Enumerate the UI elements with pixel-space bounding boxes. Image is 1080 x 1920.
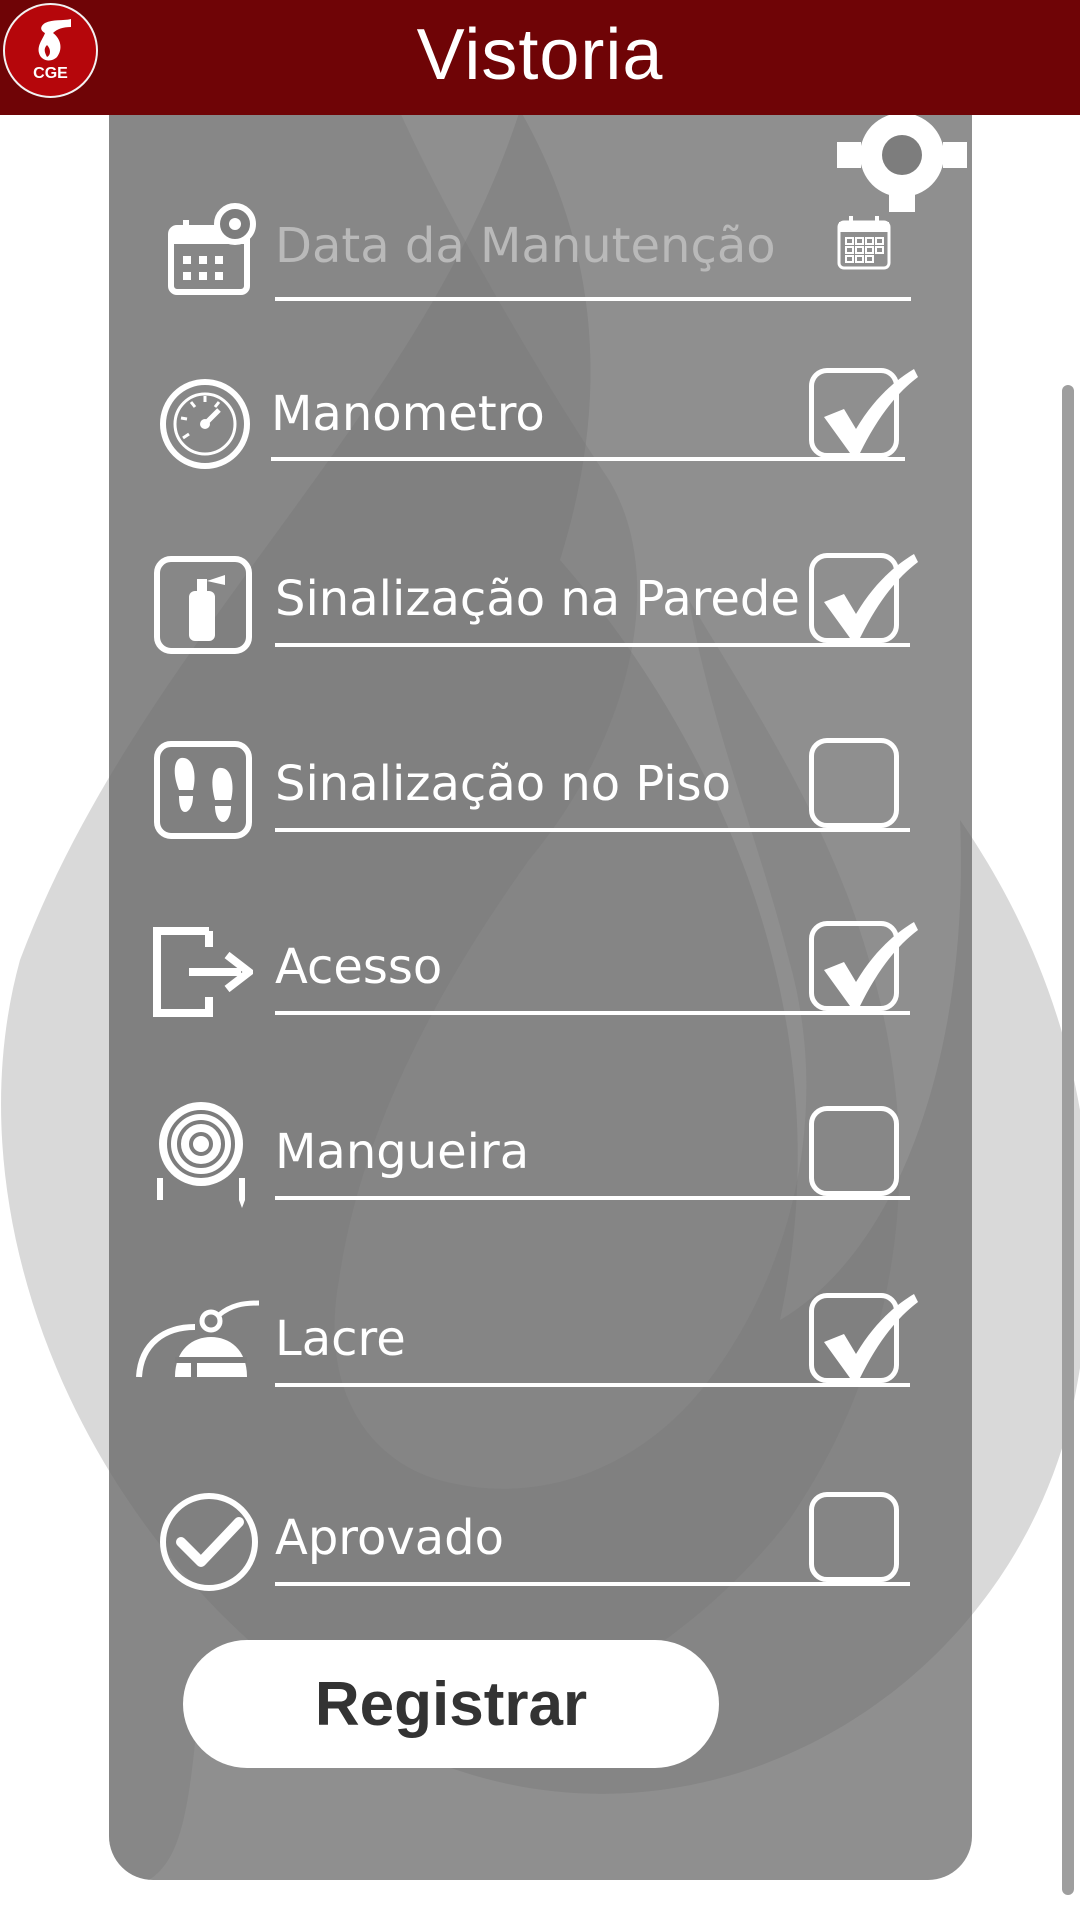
item-label: Sinalização no Piso [275, 756, 731, 812]
item-label: Acesso [275, 939, 443, 995]
footprints-sign-icon [154, 741, 252, 839]
checklist-item-aprovado[interactable]: Aprovado [109, 1474, 972, 1594]
date-underline [275, 297, 911, 301]
item-underline [275, 1011, 910, 1015]
checkbox-acesso[interactable] [809, 921, 918, 1011]
page-title: Vistoria [416, 15, 664, 95]
maintenance-date-input[interactable] [275, 218, 855, 274]
item-underline [275, 643, 910, 647]
checkbox-lacre[interactable] [809, 1293, 918, 1383]
pressure-gauge-icon [160, 379, 250, 469]
item-label: Lacre [275, 1311, 406, 1367]
extinguisher-sign-icon [154, 556, 252, 654]
app-header: CGE Vistoria [0, 0, 1080, 115]
maintenance-date-row [109, 200, 972, 320]
item-label: Mangueira [275, 1124, 530, 1180]
checkmark-icon [824, 922, 918, 1006]
extinguisher-seal-icon [136, 1300, 260, 1378]
checkbox-manometro[interactable] [809, 368, 918, 458]
checkbox-aprovado[interactable] [809, 1492, 899, 1582]
checklist-item-sinalizacao-piso[interactable]: Sinalização no Piso [109, 720, 972, 840]
item-underline [271, 457, 905, 461]
item-label: Sinalização na Parede [275, 571, 800, 627]
item-label: Aprovado [275, 1510, 505, 1566]
item-underline [275, 1383, 910, 1387]
checkbox-mangueira[interactable] [809, 1106, 899, 1196]
scrollbar[interactable] [1062, 385, 1074, 1895]
checkbox-sinalizacao-piso[interactable] [809, 738, 899, 828]
checklist-item-manometro[interactable]: Manometro [109, 350, 972, 470]
checkmark-icon [824, 369, 918, 453]
checkmark-icon [824, 554, 918, 638]
exit-arrow-icon [153, 927, 253, 1017]
calendar-picker-icon[interactable] [837, 214, 891, 272]
calendar-gear-icon [168, 203, 256, 295]
form-panel: Manometro Sinalização na Parede Sinaliza… [109, 60, 972, 1880]
checklist-item-mangueira[interactable]: Mangueira [109, 1088, 972, 1208]
item-underline [275, 828, 910, 832]
checklist-item-lacre[interactable]: Lacre [109, 1275, 972, 1395]
checklist-item-acesso[interactable]: Acesso [109, 903, 972, 1023]
checklist-item-sinalizacao-parede[interactable]: Sinalização na Parede [109, 535, 972, 655]
item-label: Manometro [271, 386, 545, 442]
checkbox-sinalizacao-parede[interactable] [809, 553, 918, 643]
register-button[interactable]: Registrar [183, 1640, 719, 1768]
approved-check-icon [160, 1493, 258, 1591]
item-underline [275, 1196, 910, 1200]
checkmark-icon [824, 1294, 918, 1378]
item-underline [275, 1582, 910, 1586]
hose-reel-icon [157, 1102, 245, 1208]
